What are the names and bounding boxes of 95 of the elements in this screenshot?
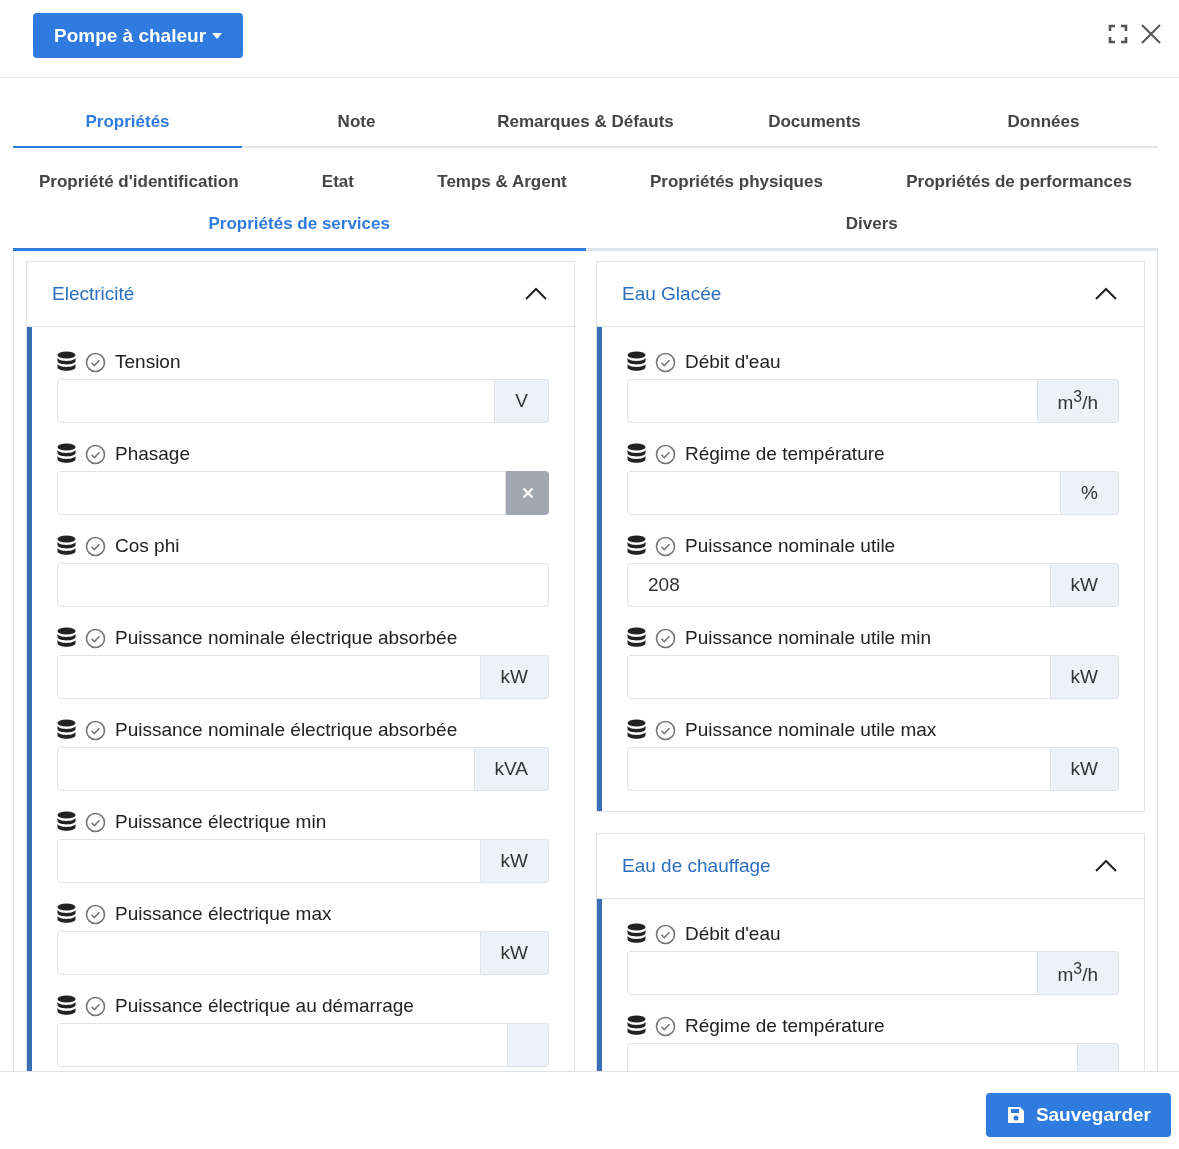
input-field[interactable] <box>57 471 506 515</box>
section-title: Eau de chauffage <box>622 855 771 877</box>
unit-label: kW <box>480 839 549 883</box>
input-field[interactable] <box>627 379 1038 423</box>
check-circle-icon <box>655 535 676 557</box>
input-field[interactable] <box>627 471 1062 515</box>
tab[interactable]: Données <box>929 100 1158 148</box>
tab[interactable]: Propriétés de services <box>13 206 586 251</box>
field-label: Puissance nominale électrique absorbée <box>115 719 458 741</box>
check-circle-icon <box>655 443 676 465</box>
field-label: Puissance nominale électrique absorbée <box>115 627 458 649</box>
field-label: Tension <box>115 351 181 373</box>
field-label: Régime de température <box>685 443 885 465</box>
database-icon <box>627 351 646 373</box>
database-icon <box>627 443 646 465</box>
unit-label: m$^{3}$/h <box>1037 951 1119 995</box>
input-field[interactable] <box>57 563 549 607</box>
input-field[interactable] <box>57 747 475 791</box>
check-circle-icon <box>655 627 676 649</box>
unit-label: kW <box>1050 563 1119 607</box>
database-icon <box>57 627 76 649</box>
field-label: Puissance électrique max <box>115 903 332 925</box>
save-button[interactable]: Sauvegarder <box>985 1093 1171 1137</box>
database-icon <box>57 719 76 741</box>
database-icon <box>57 811 76 833</box>
input-field[interactable] <box>627 655 1051 699</box>
database-icon <box>627 1015 646 1037</box>
unit-label: kW <box>1050 747 1119 791</box>
check-circle-icon <box>85 995 106 1017</box>
input-field[interactable] <box>57 931 481 975</box>
database-icon <box>57 995 76 1017</box>
tab[interactable]: Temps & Argent <box>411 168 593 206</box>
unit-label: m$^{3}$/h <box>1037 379 1119 423</box>
tab[interactable]: Divers <box>585 206 1158 251</box>
section-title: Eau Glacée <box>622 283 722 305</box>
field-label: Puissance nominale utile min <box>685 627 932 649</box>
input-field[interactable] <box>57 655 481 699</box>
check-circle-icon <box>655 351 676 373</box>
tab[interactable]: Propriété d'identification <box>13 168 265 206</box>
input-field[interactable]: 208 <box>627 563 1051 607</box>
tab[interactable]: Note <box>242 100 471 148</box>
field-label: Puissance nominale utile <box>685 535 896 557</box>
unit-label: % <box>1061 471 1119 515</box>
tab[interactable]: Remarques & Défauts <box>471 100 700 148</box>
input-field[interactable] <box>57 1023 508 1067</box>
unit-label: kW <box>1050 655 1119 699</box>
unit-label: V <box>495 379 549 423</box>
check-circle-icon <box>655 923 676 945</box>
dropdown-button[interactable]: Pompe à chaleur <box>33 13 243 58</box>
database-icon <box>57 351 76 373</box>
close-icon <box>521 487 534 499</box>
chevron-icon[interactable] <box>1094 287 1118 301</box>
field-label: Phasage <box>115 443 190 465</box>
check-circle-icon <box>655 719 676 741</box>
check-circle-icon <box>85 443 106 465</box>
check-circle-icon <box>85 811 106 833</box>
field-label: Débit d'eau <box>685 923 781 945</box>
field-label: Puissance électrique min <box>115 811 327 833</box>
tab[interactable]: Documents <box>700 100 929 148</box>
database-icon <box>627 535 646 557</box>
database-icon <box>627 719 646 741</box>
input-field[interactable] <box>57 379 496 423</box>
tab[interactable]: Propriétés physiques <box>624 168 849 206</box>
database-icon <box>57 443 76 465</box>
field-label: Débit d'eau <box>685 351 781 373</box>
check-circle-icon <box>85 351 106 373</box>
field-label: Cos phi <box>115 535 180 557</box>
chevron-icon[interactable] <box>1094 859 1118 873</box>
field-label: Puissance nominale utile max <box>685 719 937 741</box>
clear-button[interactable] <box>506 471 549 515</box>
field-label: Puissance électrique au démarrage <box>115 995 414 1017</box>
close-icon[interactable] <box>1140 23 1162 45</box>
input-field[interactable] <box>57 839 481 883</box>
check-circle-icon <box>655 1015 676 1037</box>
database-icon <box>627 923 646 945</box>
section-title: Electricité <box>52 283 135 305</box>
check-circle-icon <box>85 627 106 649</box>
chevron-icon[interactable] <box>524 287 548 301</box>
check-circle-icon <box>85 719 106 741</box>
database-icon <box>57 535 76 557</box>
unit-label: kW <box>480 931 549 975</box>
database-icon <box>57 903 76 925</box>
tab[interactable]: Etat <box>295 168 380 206</box>
input-field[interactable] <box>627 747 1051 791</box>
tab[interactable]: Propriétés <box>13 100 242 148</box>
unit-label <box>508 1023 549 1067</box>
check-circle-icon <box>85 535 106 557</box>
database-icon <box>627 627 646 649</box>
tab[interactable]: Propriétés de performances <box>880 168 1158 206</box>
check-circle-icon <box>85 903 106 925</box>
unit-label: kVA <box>474 747 549 791</box>
input-field[interactable] <box>627 951 1038 995</box>
unit-label: kW <box>480 655 549 699</box>
field-label: Régime de température <box>685 1015 885 1037</box>
fullscreen-icon[interactable] <box>1108 24 1128 44</box>
